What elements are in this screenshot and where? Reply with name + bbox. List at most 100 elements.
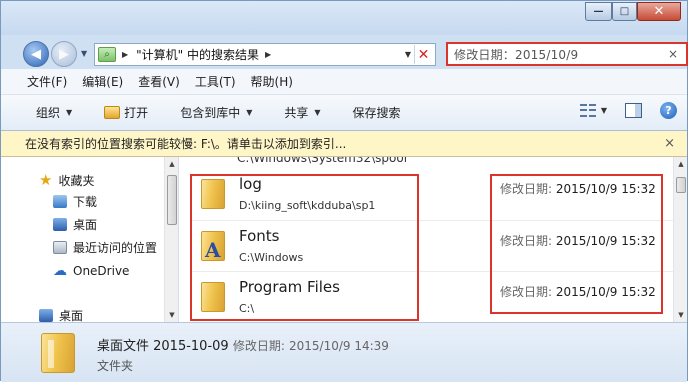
cloud-icon: ☁ [53,263,67,279]
close-button[interactable]: ✕ [637,2,681,21]
chevron-down-icon: ▼ [66,108,73,117]
item-path: C:\ [239,302,255,315]
organize-label: 组织 [36,106,61,120]
maximize-button[interactable]: □ [612,2,637,21]
open-button[interactable]: 打开 [104,104,148,121]
downloads-icon [53,195,67,208]
item-path: C:\Windows [239,251,304,264]
date-label: 修改日期: [500,285,553,299]
info-bar-text[interactable]: 在没有索引的位置搜索可能较慢: F:\。请单击以添加到索引... [25,135,346,152]
nav-downloads-label: 下载 [73,195,98,209]
breadcrumb[interactable]: "计算机" 中的搜索结果 [136,46,259,63]
list-item[interactable]: A Fonts C:\Windows 修改日期: 2015/10/9 15:32 [191,220,674,270]
date-label: 修改日期: [232,339,285,353]
recent-places-icon [53,241,67,254]
date-label: 修改日期: [500,182,553,196]
organize-button[interactable]: 组织 ▼ [36,104,72,121]
save-search-button[interactable]: 保存搜索 [353,104,401,121]
nav-scroll-thumb[interactable] [167,175,177,225]
title-bar: — □ ✕ [1,1,687,35]
share-button[interactable]: 共享 ▼ [284,104,320,121]
window-controls: — □ ✕ [585,2,681,21]
item-modified-date: 修改日期: 2015/10/9 15:32 [500,232,656,249]
nav-desktop[interactable]: 桌面 [53,216,97,233]
nav-recent-label: 最近访问的位置 [73,241,158,255]
menu-tools[interactable]: 工具(T) [195,73,236,90]
menu-help[interactable]: 帮助(H) [251,73,293,90]
menu-view[interactable]: 查看(V) [138,73,180,90]
breadcrumb-arrow-icon[interactable]: ▶ [122,50,128,59]
minimize-icon: — [593,6,604,17]
star-icon: ★ [39,171,53,189]
chevron-down-icon: ▼ [246,108,253,117]
scroll-down-icon[interactable]: ▼ [165,308,179,322]
scroll-down-icon[interactable]: ▼ [674,308,687,322]
scroll-up-icon[interactable]: ▲ [165,157,179,171]
folder-icon [201,179,225,209]
search-results-list: C:\Windows\System32\spool log D:\kiing_s… [179,157,687,322]
menu-file[interactable]: 文件(F) [27,73,67,90]
desktop-icon [39,309,53,322]
list-item[interactable]: Program Files C:\ 修改日期: 2015/10/9 15:32 [191,271,674,321]
stop-search-button[interactable]: ✕ [414,45,432,64]
folder-icon [201,282,225,312]
item-modified-date: 修改日期: 2015/10/9 15:32 [500,180,656,197]
item-modified-date: 修改日期: 2015/10/9 15:32 [500,283,656,300]
help-icon[interactable]: ? [660,102,677,119]
nav-recent-places[interactable]: 最近访问的位置 [53,239,157,256]
open-label: 打开 [124,106,149,120]
clear-search-icon[interactable]: × [668,47,678,61]
nav-favorites-label: 收藏夹 [58,173,95,188]
close-infobar-icon[interactable]: × [664,136,675,151]
menu-bar: 文件(F) 编辑(E) 查看(V) 工具(T) 帮助(H) [1,69,687,95]
recent-pages-dropdown[interactable]: ▼ [81,49,87,58]
menu-edit[interactable]: 编辑(E) [82,73,123,90]
include-in-library-button[interactable]: 包含到库中 ▼ [180,104,252,121]
nav-favorites[interactable]: ★ 收藏夹 [39,171,94,189]
nav-onedrive[interactable]: ☁ OneDrive [53,263,129,279]
fonts-folder-icon: A [201,231,225,262]
back-arrow-icon: ◀ [31,46,41,62]
back-button[interactable]: ◀ [23,41,49,67]
search-input[interactable]: 修改日期：2015/10/9 × [446,42,688,66]
view-dropdown-icon[interactable]: ▼ [601,106,607,115]
address-bar[interactable]: ⌕ ▶ "计算机" 中的搜索结果 ▶ ▼ ✕ [94,43,436,66]
save-search-label: 保存搜索 [352,106,401,120]
explorer-window: — □ ✕ ◀ ▶ ▼ ⌕ ▶ "计算机" 中的搜索结果 ▶ ▼ ✕ 修改日期：… [0,0,688,382]
date-label: 修改日期: [500,234,553,248]
forward-arrow-icon: ▶ [59,46,69,62]
view-controls: ▼ ? [579,102,677,119]
item-name: Fonts [239,227,280,245]
date-value: 2015/10/9 15:32 [555,234,656,248]
preview-pane-icon[interactable] [625,103,642,118]
nav-scrollbar[interactable]: ▲ ▼ [164,157,178,322]
index-info-bar[interactable]: 在没有索引的位置搜索可能较慢: F:\。请单击以添加到索引... × [1,131,687,157]
minimize-button[interactable]: — [585,2,612,21]
list-item[interactable]: log D:\kiing_soft\kdduba\sp1 修改日期: 2015/… [191,169,674,219]
scroll-up-icon[interactable]: ▲ [674,157,687,171]
results-scroll-thumb[interactable] [676,177,686,193]
search-query[interactable]: 修改日期：2015/10/9 [454,46,578,63]
address-row: ◀ ▶ ▼ ⌕ ▶ "计算机" 中的搜索结果 ▶ ▼ ✕ 修改日期：2015/1… [1,35,688,69]
date-value: 2015/10/9 15:32 [555,285,656,299]
maximize-icon: □ [619,6,630,17]
results-scrollbar[interactable]: ▲ ▼ [673,157,687,322]
chevron-down-icon: ▼ [314,108,321,117]
open-folder-icon [104,106,121,119]
nav-onedrive-label: OneDrive [73,264,130,278]
partial-result-path: C:\Windows\System32\spool [237,157,408,165]
item-name: log [239,175,262,193]
search-results-icon: ⌕ [98,47,116,62]
item-path: D:\kiing_soft\kdduba\sp1 [239,199,376,212]
close-icon: ✕ [653,4,665,19]
address-dropdown-icon[interactable]: ▼ [405,50,411,59]
selected-item-name: 桌面文件 2015-10-09 [97,339,229,354]
navigation-pane: ★ 收藏夹 下载 桌面 最近访问的位置 ☁ OneDrive 桌面 ▲ ▼ [1,157,179,323]
selected-item-date: 2015/10/9 14:39 [289,339,389,353]
nav-downloads[interactable]: 下载 [53,193,97,210]
forward-button[interactable]: ▶ [51,41,77,67]
nav-desktop-label: 桌面 [73,218,98,232]
view-options-icon[interactable] [579,104,596,118]
breadcrumb-arrow-icon[interactable]: ▶ [265,50,271,59]
command-bar: 组织 ▼ 打开 包含到库中 ▼ 共享 ▼ 保存搜索 ▼ ? [1,95,687,131]
